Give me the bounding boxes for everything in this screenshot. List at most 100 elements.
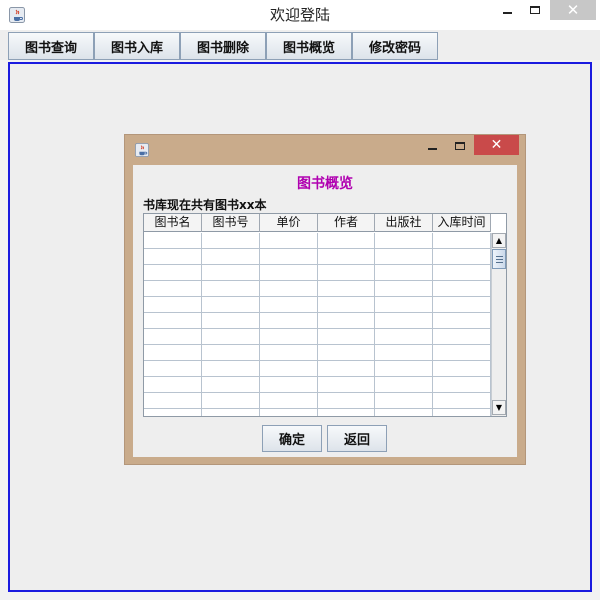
table-cell[interactable] [260, 281, 318, 296]
back-button[interactable]: 返回 [327, 425, 387, 452]
table-cell[interactable] [318, 377, 375, 392]
table-cell[interactable] [144, 409, 202, 416]
table-cell[interactable] [202, 313, 260, 328]
table-cell[interactable] [144, 329, 202, 344]
table-cell[interactable] [144, 249, 202, 264]
table-cell[interactable] [202, 249, 260, 264]
scrollbar-thumb[interactable] [492, 249, 506, 269]
table-cell[interactable] [144, 265, 202, 280]
menu-button-book-store[interactable]: 图书入库 [94, 32, 180, 60]
table-cell[interactable] [433, 281, 491, 296]
book-overview-frame[interactable]: ✕ 图书概览 书库现在共有图书xx本 图书名 图书号 单价 作者 出版社 入库时间 ▲ ▼… [124, 134, 526, 465]
table-cell[interactable] [144, 361, 202, 376]
table-cell[interactable] [433, 329, 491, 344]
table-cell[interactable] [318, 345, 375, 360]
table-cell[interactable] [144, 377, 202, 392]
table-cell[interactable] [202, 361, 260, 376]
column-header[interactable]: 出版社 [375, 214, 433, 232]
table-cell[interactable] [260, 249, 318, 264]
table-cell[interactable] [318, 233, 375, 248]
table-cell[interactable] [375, 361, 433, 376]
table-cell[interactable] [433, 377, 491, 392]
table-row[interactable] [144, 265, 491, 281]
vertical-scrollbar[interactable]: ▲ ▼ [491, 233, 506, 416]
table-row[interactable] [144, 313, 491, 329]
table-cell[interactable] [202, 345, 260, 360]
table-row[interactable] [144, 249, 491, 265]
table-cell[interactable] [202, 297, 260, 312]
table-cell[interactable] [318, 329, 375, 344]
table-cell[interactable] [433, 361, 491, 376]
table-cell[interactable] [202, 393, 260, 408]
frame-titlebar[interactable]: ✕ [125, 135, 525, 163]
table-cell[interactable] [318, 281, 375, 296]
table-cell[interactable] [433, 233, 491, 248]
table-cell[interactable] [318, 297, 375, 312]
table-cell[interactable] [260, 265, 318, 280]
column-header[interactable]: 图书名 [144, 214, 202, 232]
java-app-icon[interactable] [135, 143, 149, 157]
table-row[interactable] [144, 393, 491, 409]
table-row[interactable] [144, 409, 491, 416]
table-cell[interactable] [375, 393, 433, 408]
table-cell[interactable] [375, 297, 433, 312]
table-cell[interactable] [202, 329, 260, 344]
table-row[interactable] [144, 329, 491, 345]
table-cell[interactable] [260, 393, 318, 408]
table-cell[interactable] [433, 393, 491, 408]
table-row[interactable] [144, 297, 491, 313]
table-cell[interactable] [144, 297, 202, 312]
table-cell[interactable] [260, 233, 318, 248]
table-cell[interactable] [375, 281, 433, 296]
table-cell[interactable] [318, 393, 375, 408]
table-cell[interactable] [144, 313, 202, 328]
book-table[interactable]: 图书名 图书号 单价 作者 出版社 入库时间 ▲ ▼ [143, 213, 507, 417]
table-cell[interactable] [433, 265, 491, 280]
table-cell[interactable] [318, 409, 375, 416]
table-cell[interactable] [202, 265, 260, 280]
table-row[interactable] [144, 377, 491, 393]
frame-minimize-button[interactable] [419, 135, 445, 157]
table-cell[interactable] [144, 345, 202, 360]
menu-button-book-delete[interactable]: 图书删除 [180, 32, 266, 60]
column-header[interactable]: 作者 [318, 214, 375, 232]
table-cell[interactable] [375, 409, 433, 416]
table-cell[interactable] [144, 393, 202, 408]
maximize-button[interactable] [522, 0, 548, 20]
table-cell[interactable] [318, 265, 375, 280]
table-cell[interactable] [260, 361, 318, 376]
table-cell[interactable] [260, 409, 318, 416]
menu-button-book-overview[interactable]: 图书概览 [266, 32, 352, 60]
table-cell[interactable] [318, 313, 375, 328]
table-row[interactable] [144, 361, 491, 377]
table-row[interactable] [144, 345, 491, 361]
confirm-button[interactable]: 确定 [262, 425, 322, 452]
table-cell[interactable] [375, 345, 433, 360]
menu-button-change-password[interactable]: 修改密码 [352, 32, 438, 60]
minimize-button[interactable] [494, 0, 520, 20]
column-header[interactable]: 入库时间 [433, 214, 491, 232]
table-cell[interactable] [433, 313, 491, 328]
table-row[interactable] [144, 281, 491, 297]
table-cell[interactable] [260, 345, 318, 360]
table-cell[interactable] [260, 377, 318, 392]
table-row[interactable] [144, 233, 491, 249]
table-cell[interactable] [202, 409, 260, 416]
scroll-up-icon[interactable]: ▲ [492, 233, 506, 248]
frame-maximize-button[interactable] [447, 135, 473, 157]
table-body[interactable] [144, 233, 491, 416]
table-cell[interactable] [202, 233, 260, 248]
table-cell[interactable] [260, 329, 318, 344]
table-cell[interactable] [202, 377, 260, 392]
table-cell[interactable] [260, 297, 318, 312]
scroll-down-icon[interactable]: ▼ [492, 400, 506, 415]
close-button[interactable]: ✕ [550, 0, 596, 20]
table-cell[interactable] [375, 329, 433, 344]
menu-button-book-search[interactable]: 图书查询 [8, 32, 94, 60]
table-cell[interactable] [375, 249, 433, 264]
table-cell[interactable] [433, 249, 491, 264]
table-cell[interactable] [433, 297, 491, 312]
table-cell[interactable] [433, 345, 491, 360]
table-cell[interactable] [260, 313, 318, 328]
table-cell[interactable] [375, 313, 433, 328]
